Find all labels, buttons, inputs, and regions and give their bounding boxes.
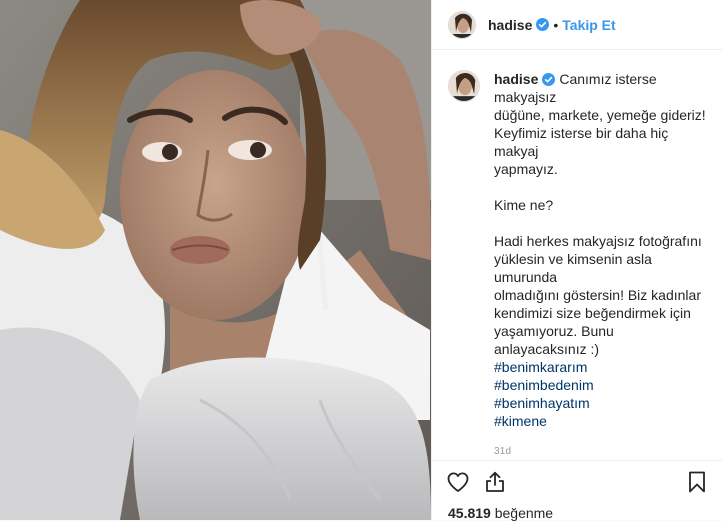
hashtag-link[interactable]: #benimhayatım [494,394,706,412]
caption: hadise Canımız isterse makyajsız düğüne, … [448,70,706,460]
actions-bar: 45.819 beğenme [432,460,722,521]
caption-text: kendimizi size beğendirmek için [494,305,691,321]
post-photo[interactable] [0,0,431,520]
instagram-post: hadise • Takip Et hadise Canımız isterse… [0,0,722,521]
username-link[interactable]: hadise [488,17,532,33]
hashtag-link[interactable]: #benimbedenim [494,376,706,394]
caption-text: olmadığını göstersin! Biz kadınlar [494,287,701,303]
share-icon[interactable] [483,470,507,497]
likes-number: 45.819 [448,505,491,521]
bookmark-icon[interactable] [685,470,709,497]
caption-username[interactable]: hadise [494,71,538,87]
avatar-image [449,11,475,38]
hashtag-link[interactable]: #kimene [494,412,706,430]
likes-label: beğenme [494,505,554,521]
post-header: hadise • Takip Et [432,0,722,50]
verified-badge-icon [542,73,556,86]
comments-area: hadise Canımız isterse makyajsız düğüne, … [432,50,722,460]
avatar-image [449,71,479,101]
verified-badge-icon [536,18,550,31]
caption-text: yaşamıyoruz. Bunu anlayacaksınız :) [494,323,614,357]
caption-text: Kime ne? [494,197,554,213]
caption-first-line: hadise Canımız isterse makyajsız [494,70,706,106]
avatar[interactable] [448,10,476,39]
caption-body: hadise Canımız isterse makyajsız düğüne, … [494,70,706,460]
heart-icon[interactable] [446,470,470,497]
caption-text: yüklesin ve kimsenin asla umurunda [494,251,652,285]
post-sidebar: hadise • Takip Et hadise Canımız isterse… [431,0,722,521]
likes-count[interactable]: 45.819 beğenme [448,505,553,521]
selfie-photo [0,0,431,520]
caption-text: Hadi herkes makyajsız fotoğrafını [494,233,702,249]
separator-dot: • [553,16,559,33]
caption-text: yapmayız. [494,161,558,177]
post-time[interactable]: 31d [494,443,706,460]
caption-text: Keyfimiz isterse bir daha hiç makyaj [494,125,669,159]
follow-button[interactable]: Takip Et [562,17,615,33]
caption-avatar[interactable] [448,70,480,102]
hashtag-link[interactable]: #benimkararım [494,358,706,376]
caption-text: düğüne, markete, yemeğe gideriz! [494,107,706,123]
